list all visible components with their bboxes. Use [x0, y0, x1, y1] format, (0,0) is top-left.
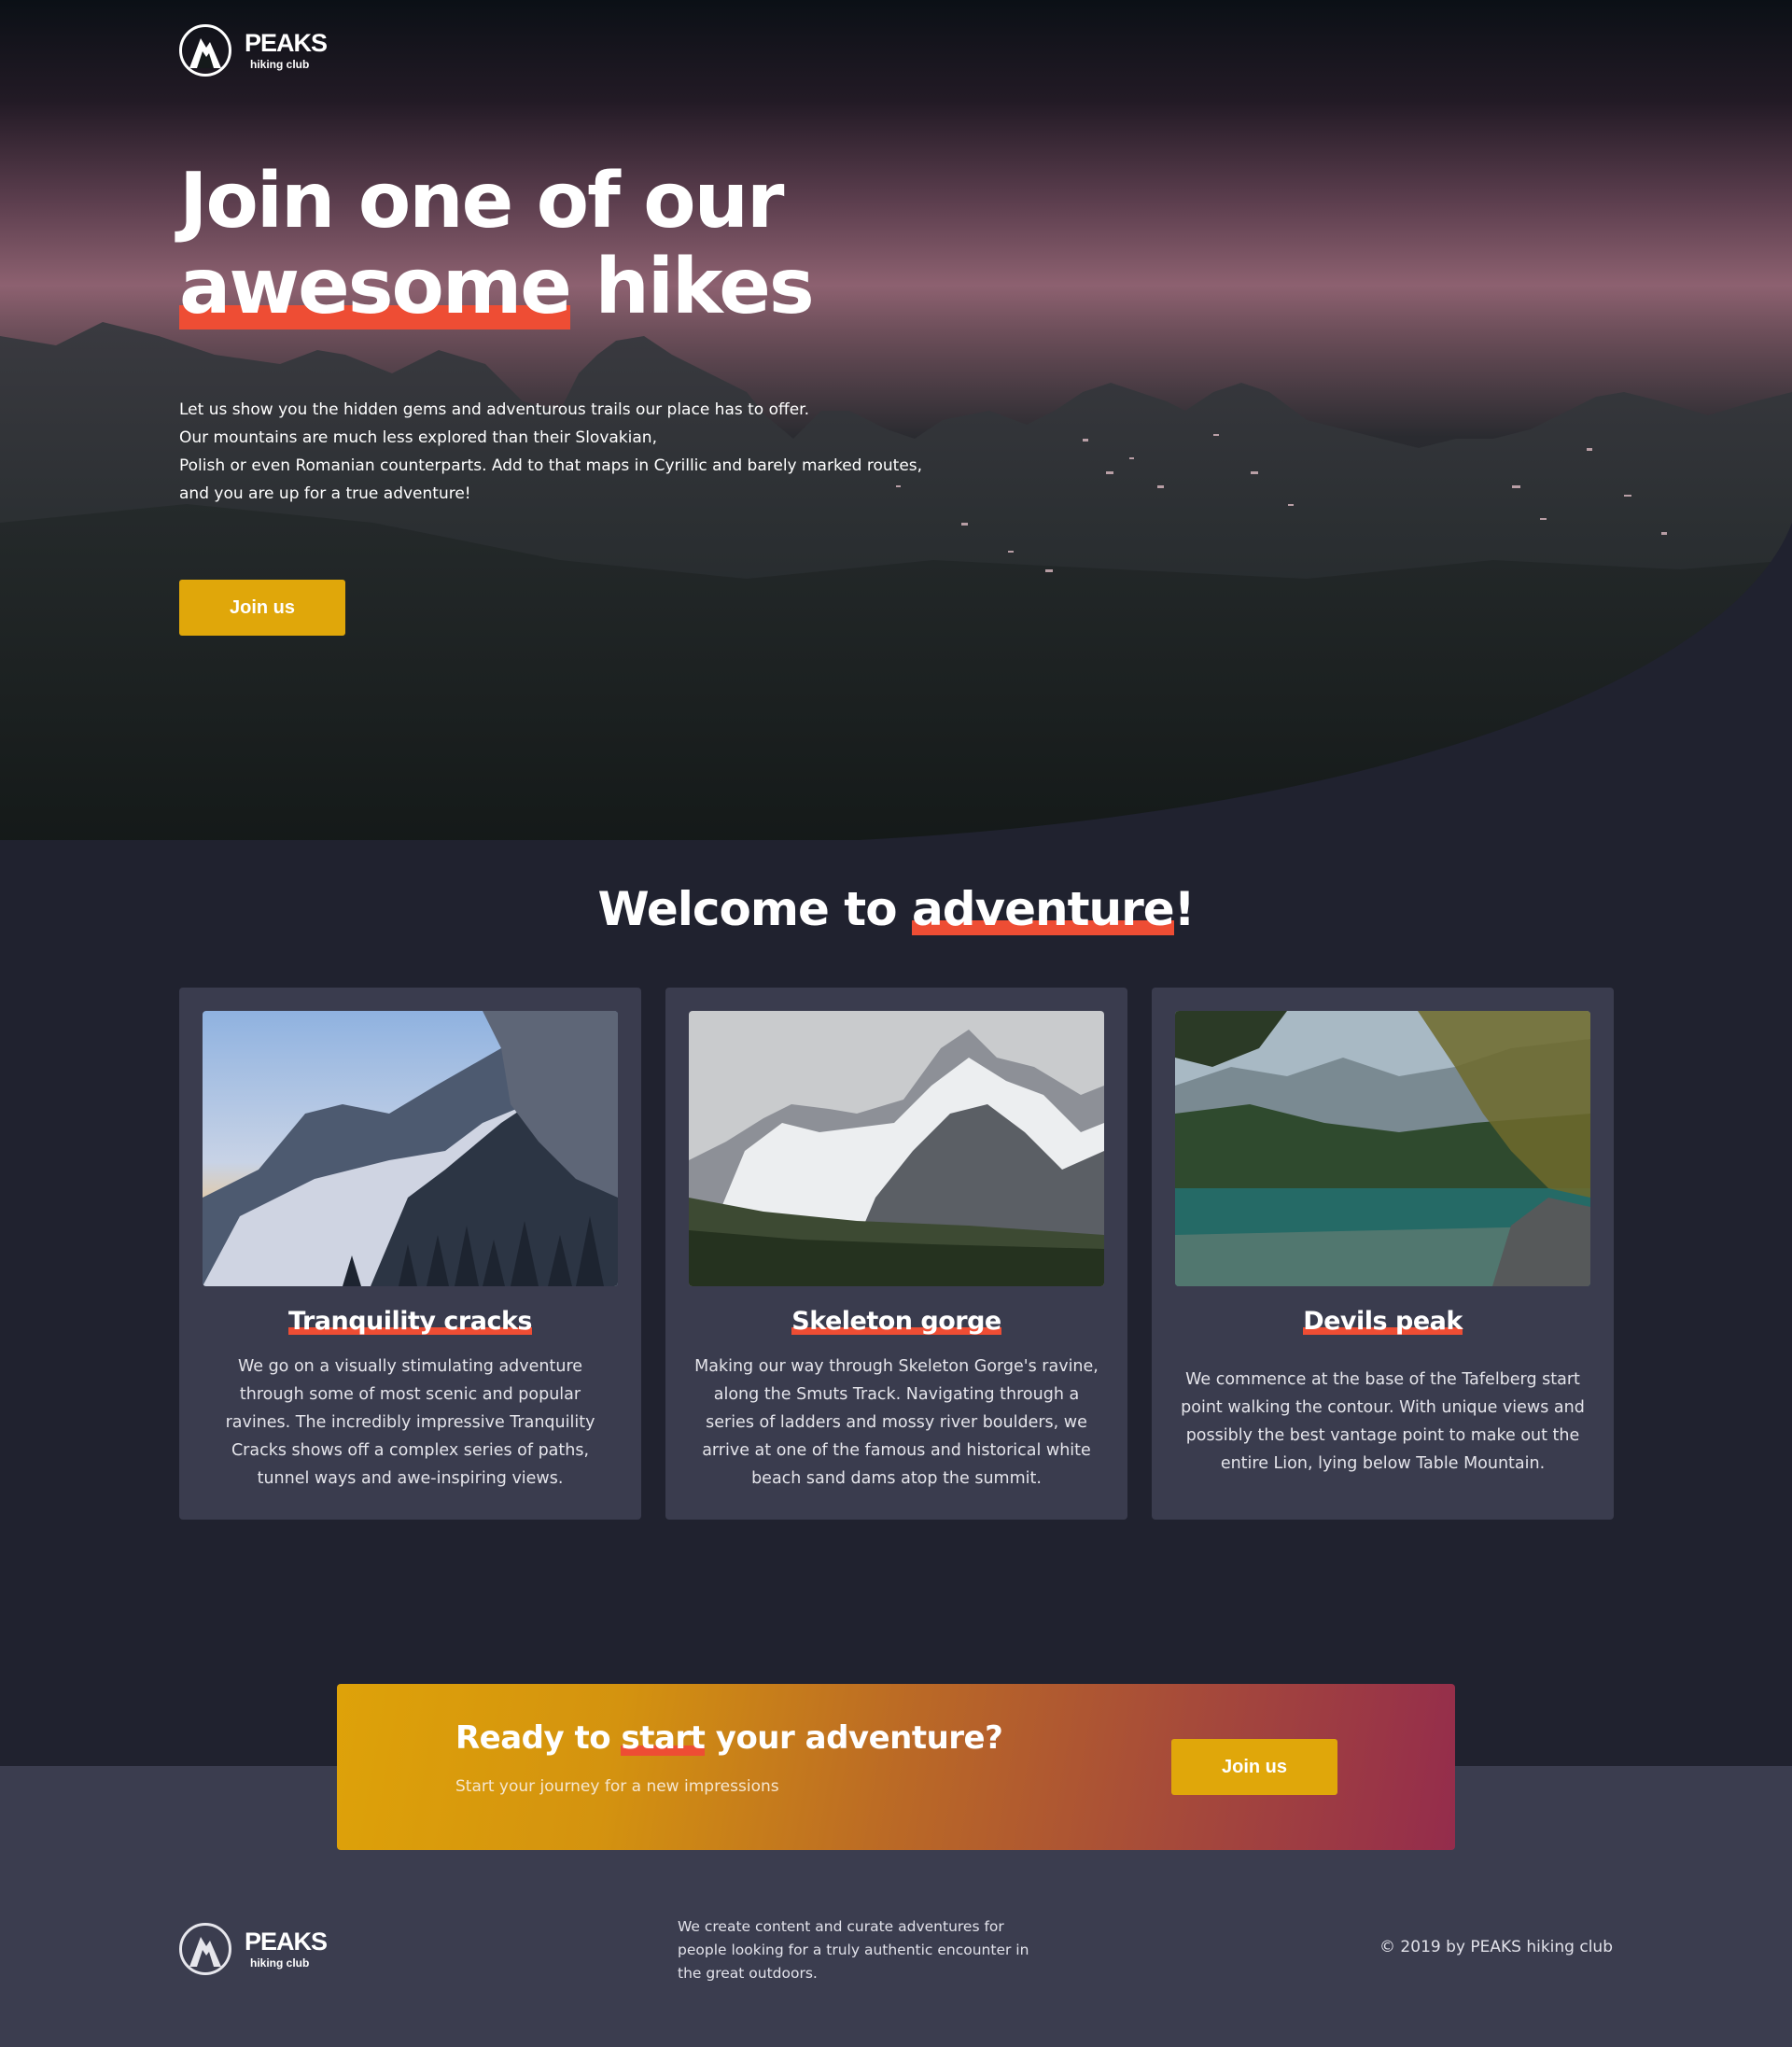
cta-title: Ready to start your adventure? — [455, 1719, 1003, 1757]
welcome-title-prefix: Welcome to — [597, 882, 912, 936]
hero-text-line: Let us show you the hidden gems and adve… — [179, 400, 810, 419]
welcome-title-highlight: adventure — [911, 882, 1175, 936]
cta-title-highlight: start — [621, 1719, 706, 1757]
hero-title-rest: hikes — [569, 243, 814, 331]
hike-photo-tranquility — [203, 1011, 618, 1286]
hike-title[interactable]: Devils peak — [1303, 1307, 1463, 1336]
cta-join-button[interactable]: Join us — [1171, 1739, 1337, 1795]
footer-brand-tagline: hiking club — [250, 1956, 310, 1970]
footer-brand-name: PEAKS — [245, 1928, 328, 1956]
hero-title: Join one of our awesome hikes — [179, 157, 815, 331]
hero-text-line: and you are up for a true adventure! — [179, 484, 471, 503]
hero-text-line: Polish or even Romanian counterparts. Ad… — [179, 456, 923, 475]
hero-title-line1: Join one of our — [179, 157, 784, 245]
hike-title[interactable]: Tranquility cracks — [288, 1307, 533, 1336]
hike-title[interactable]: Skeleton gorge — [791, 1307, 1001, 1336]
hike-card-tranquility[interactable]: Tranquility cracks We go on a visually s… — [179, 988, 641, 1520]
hero-title-highlight: awesome — [179, 243, 572, 331]
hike-photo-devils — [1175, 1011, 1590, 1286]
cta-title-suffix: your adventure? — [705, 1719, 1003, 1757]
hike-card-devils[interactable]: Devils peak We commence at the base of t… — [1152, 988, 1614, 1520]
brand-tagline: hiking club — [250, 58, 310, 71]
welcome-title-suffix: ! — [1173, 882, 1196, 936]
hike-description: Making our way through Skeleton Gorge's … — [694, 1357, 1099, 1488]
cta-subtitle: Start your journey for a new impressions — [455, 1777, 779, 1796]
brand-name: PEAKS — [245, 29, 328, 57]
welcome-title: Welcome to adventure! — [0, 882, 1792, 936]
hike-photo-skeleton — [689, 1011, 1104, 1286]
mountain-peak-icon — [179, 1923, 231, 1975]
cta-banner: Ready to start your adventure? Start you… — [337, 1684, 1455, 1850]
hero-description: Let us show you the hidden gems and adve… — [179, 396, 945, 508]
hike-cards: Tranquility cracks We go on a visually s… — [179, 988, 1614, 1520]
hero-section: PEAKS hiking club Join one of our awesom… — [0, 0, 1792, 840]
footer-logo[interactable]: PEAKS hiking club — [179, 1923, 328, 1975]
hike-description: We go on a visually stimulating adventur… — [225, 1357, 595, 1488]
hike-description: We commence at the base of the Tafelberg… — [1181, 1370, 1585, 1473]
mountain-peak-icon — [179, 24, 231, 77]
copyright-text: © 2019 by PEAKS hiking club — [1379, 1938, 1613, 1956]
hike-card-skeleton[interactable]: Skeleton gorge Making our way through Sk… — [665, 988, 1127, 1520]
footer-description: We create content and curate adventures … — [678, 1918, 1029, 1982]
hero-text-line: Our mountains are much less explored tha… — [179, 428, 657, 447]
cta-title-prefix: Ready to — [455, 1719, 622, 1757]
hero-join-button[interactable]: Join us — [179, 580, 345, 636]
brand-logo[interactable]: PEAKS hiking club — [179, 24, 328, 77]
